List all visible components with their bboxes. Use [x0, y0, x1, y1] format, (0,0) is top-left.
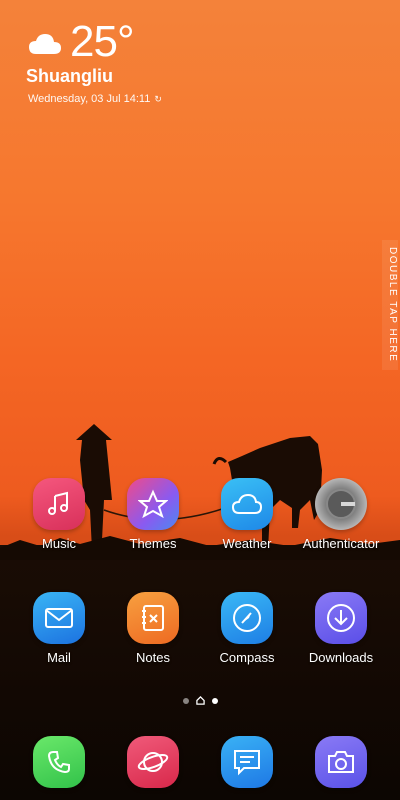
compass-icon	[221, 592, 273, 644]
refresh-icon[interactable]: ↻	[154, 94, 162, 105]
city-name: Shuangliu	[26, 66, 113, 86]
dock-phone[interactable]	[14, 736, 104, 788]
app-label: Themes	[129, 536, 177, 551]
notes-icon	[127, 592, 179, 644]
page-dot[interactable]	[182, 697, 189, 704]
weather-app-icon	[221, 478, 273, 530]
app-label: Compass	[219, 650, 275, 665]
app-label: Music	[42, 536, 76, 551]
dock-camera[interactable]	[296, 736, 386, 788]
app-weather[interactable]: Weather	[202, 478, 292, 551]
app-downloads[interactable]: Downloads	[296, 592, 386, 665]
music-icon	[33, 478, 85, 530]
temperature: 25°	[70, 17, 135, 66]
app-label: Weather	[222, 536, 272, 551]
dock-browser[interactable]	[108, 736, 198, 788]
app-themes[interactable]: Themes	[108, 478, 198, 551]
double-tap-hint[interactable]: DOUBLE TAP HERE	[382, 240, 398, 370]
app-notes[interactable]: Notes	[108, 592, 198, 665]
themes-icon	[127, 478, 179, 530]
phone-icon	[33, 736, 85, 788]
app-mail[interactable]: Mail	[14, 592, 104, 665]
app-music[interactable]: Music	[14, 478, 104, 551]
dock-messages[interactable]	[202, 736, 292, 788]
date-text: Wednesday, 03 Jul 14:11	[28, 93, 151, 105]
downloads-icon	[315, 592, 367, 644]
page-dot-active[interactable]	[211, 697, 218, 704]
app-label: Notes	[136, 650, 170, 665]
messages-icon	[221, 736, 273, 788]
authenticator-icon	[315, 478, 367, 530]
browser-icon	[127, 736, 179, 788]
app-label: Mail	[47, 650, 71, 665]
date-time: Wednesday, 03 Jul 14:11 ↻	[28, 93, 162, 105]
app-authenticator[interactable]: Authenticator	[296, 478, 386, 551]
camera-icon	[315, 736, 367, 788]
cloud-icon	[29, 34, 61, 54]
page-indicator[interactable]	[0, 696, 400, 705]
app-label: Downloads	[308, 650, 374, 665]
app-label: Authenticator	[302, 536, 380, 551]
mail-icon	[33, 592, 85, 644]
home-page-icon[interactable]	[195, 696, 205, 705]
app-compass[interactable]: Compass	[202, 592, 292, 665]
